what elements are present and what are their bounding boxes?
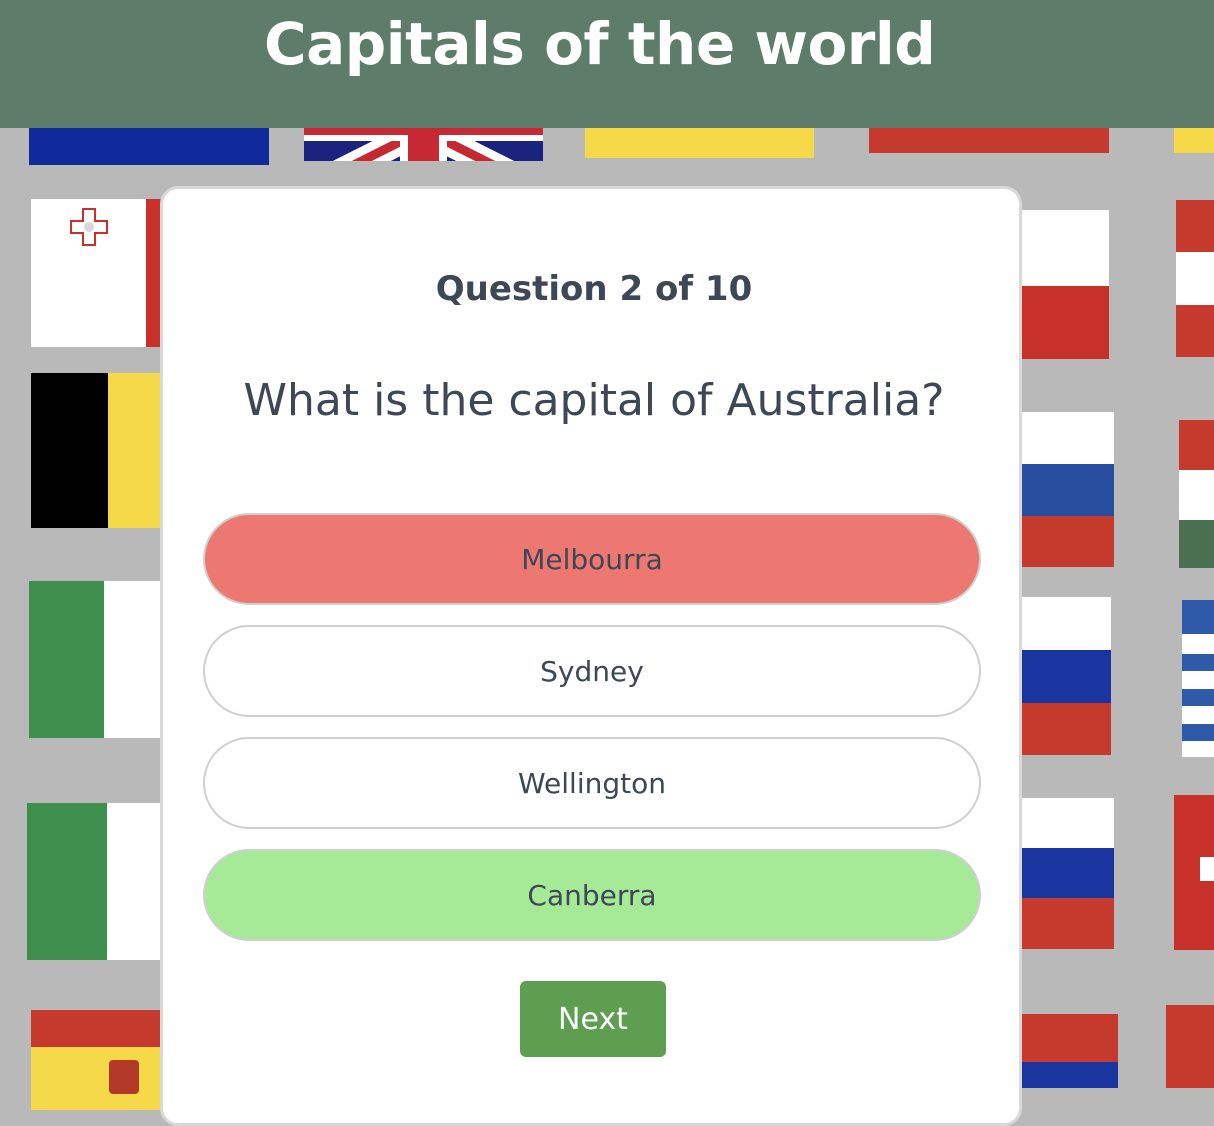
flag-malta-icon [31,199,171,347]
question-counter: Question 2 of 10 [435,269,753,309]
flag-greece-icon [1182,600,1214,757]
quiz-card: Question 2 of 10 What is the capital of … [160,186,1022,1126]
flag-belgium-icon [31,373,171,528]
answer-option-melbourra[interactable]: Melbourra [203,513,981,605]
answer-option-canberra[interactable]: Canberra [203,849,981,941]
question-text: What is the capital of Australia? [243,375,945,426]
flag-switzerland-icon [1174,795,1214,950]
flag-italy-icon [29,581,171,738]
app-header: Capitals of the world [0,0,1214,128]
flag-hungary-icon [1179,420,1214,568]
answer-option-wellington[interactable]: Wellington [203,737,981,829]
flag-ireland-icon [27,803,171,960]
next-button[interactable]: Next [520,981,666,1057]
flag-spain-icon [31,1010,171,1110]
answer-option-sydney[interactable]: Sydney [203,625,981,717]
app-title: Capitals of the world [264,10,936,78]
flag-partial-bottom-right-icon [1166,1005,1214,1088]
flag-austria-icon [1176,200,1214,357]
